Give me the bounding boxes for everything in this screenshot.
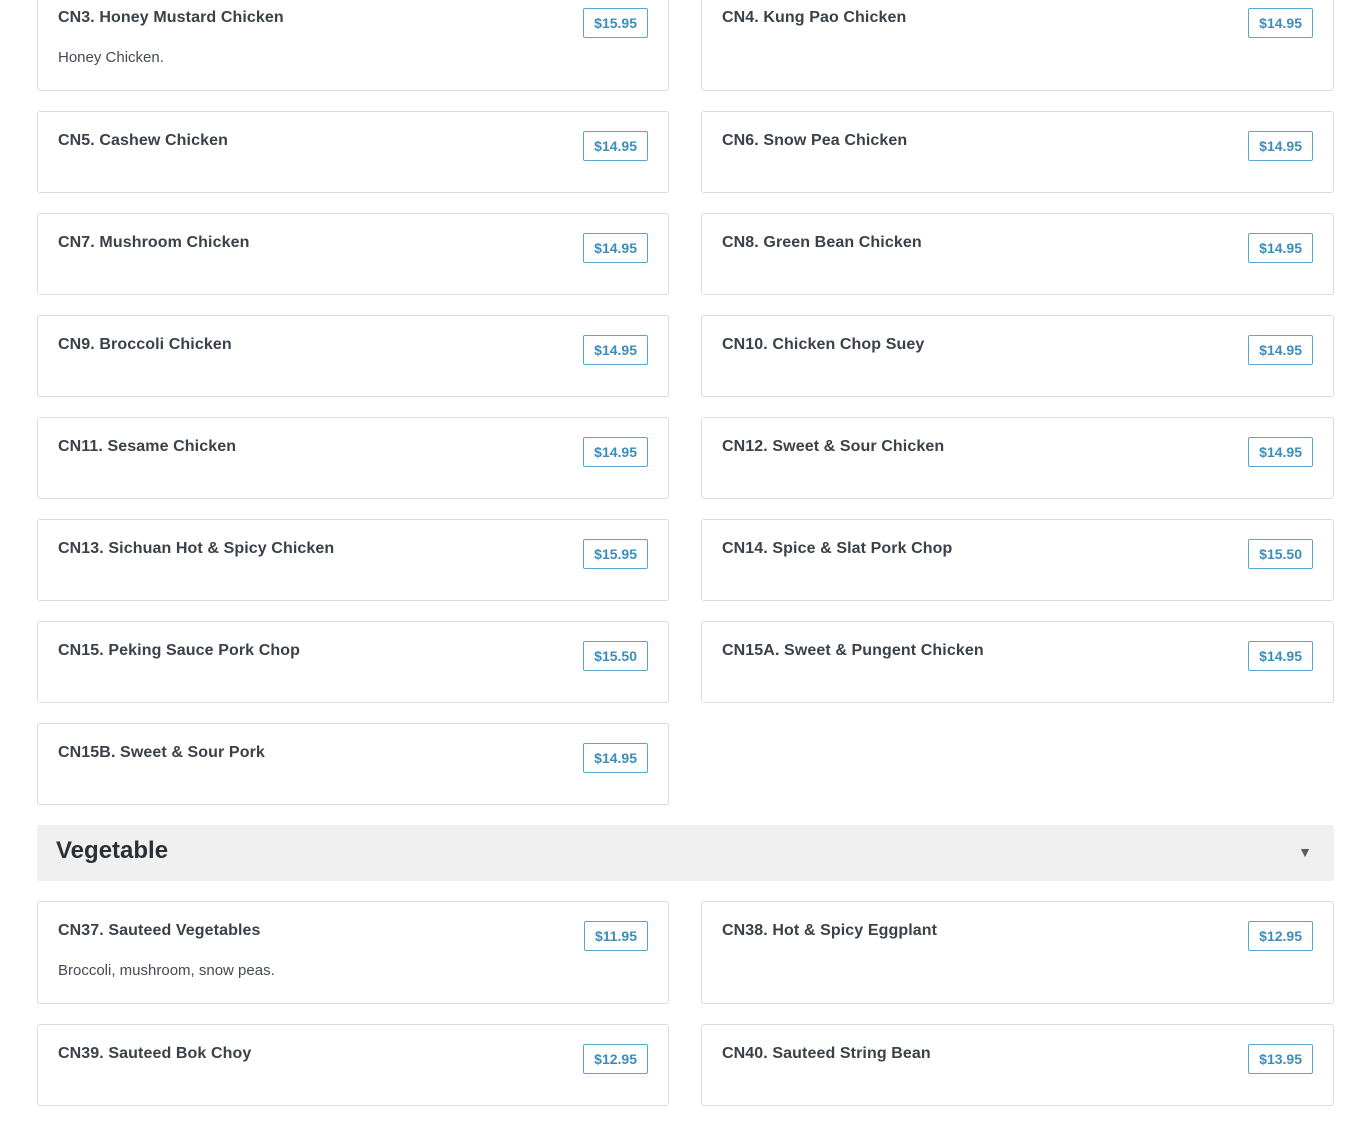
- menu-item-card[interactable]: CN7. Mushroom Chicken $14.95: [37, 213, 669, 295]
- menu-item-price[interactable]: $14.95: [1248, 437, 1313, 467]
- menu-item-name: CN11. Sesame Chicken: [58, 438, 237, 455]
- menu-item-price[interactable]: $12.95: [583, 1044, 648, 1074]
- menu-item-price[interactable]: $14.95: [1248, 233, 1313, 263]
- menu-item-name: CN15B. Sweet & Sour Pork: [58, 744, 265, 761]
- section-title: Vegetable: [56, 837, 169, 864]
- menu-item-price[interactable]: $14.95: [1248, 641, 1313, 671]
- menu-item-card[interactable]: CN38. Hot & Spicy Eggplant $12.95: [701, 901, 1334, 1004]
- menu-item-price[interactable]: $15.50: [1248, 539, 1313, 569]
- menu-item-price[interactable]: $14.95: [1248, 8, 1313, 38]
- menu-item-name: CN12. Sweet & Sour Chicken: [722, 438, 945, 455]
- menu-item-card[interactable]: CN6. Snow Pea Chicken $14.95: [701, 111, 1334, 193]
- menu-item-card[interactable]: CN39. Sauteed Bok Choy $12.95: [37, 1024, 669, 1106]
- menu-item-price[interactable]: $14.95: [583, 131, 648, 161]
- menu-item-name: CN10. Chicken Chop Suey: [722, 336, 925, 353]
- menu-item-name: CN14. Spice & Slat Pork Chop: [722, 540, 953, 557]
- menu-item-card[interactable]: CN15A. Sweet & Pungent Chicken $14.95: [701, 621, 1334, 703]
- menu-item-price[interactable]: $15.50: [583, 641, 648, 671]
- menu-item-card[interactable]: CN11. Sesame Chicken $14.95: [37, 417, 669, 499]
- menu-item-card[interactable]: CN37. Sauteed Vegetables Broccoli, mushr…: [37, 901, 669, 1004]
- menu-item-name: CN8. Green Bean Chicken: [722, 234, 922, 251]
- menu-item-description: Broccoli, mushroom, snow peas.: [58, 962, 275, 979]
- menu-item-name: CN13. Sichuan Hot & Spicy Chicken: [58, 540, 335, 557]
- menu-item-name: CN4. Kung Pao Chicken: [722, 9, 907, 26]
- vegetable-section-header[interactable]: Vegetable ▼: [37, 825, 1334, 881]
- menu-item-name: CN15A. Sweet & Pungent Chicken: [722, 642, 984, 659]
- menu-item-card[interactable]: CN15. Peking Sauce Pork Chop $15.50: [37, 621, 669, 703]
- menu-item-name: CN40. Sauteed String Bean: [722, 1045, 931, 1062]
- vegetable-menu-grid: CN37. Sauteed Vegetables Broccoli, mushr…: [37, 901, 1334, 1106]
- menu-item-card[interactable]: CN13. Sichuan Hot & Spicy Chicken $15.95: [37, 519, 669, 601]
- menu-item-card[interactable]: CN5. Cashew Chicken $14.95: [37, 111, 669, 193]
- menu-item-name: CN39. Sauteed Bok Choy: [58, 1045, 252, 1062]
- menu-item-card[interactable]: CN9. Broccoli Chicken $14.95: [37, 315, 669, 397]
- menu-item-price[interactable]: $13.95: [1248, 1044, 1313, 1074]
- menu-item-price[interactable]: $14.95: [583, 233, 648, 263]
- menu-item-description: Honey Chicken.: [58, 49, 164, 66]
- menu-item-name: CN9. Broccoli Chicken: [58, 336, 232, 353]
- menu-item-card[interactable]: CN15B. Sweet & Sour Pork $14.95: [37, 723, 669, 805]
- chevron-down-icon[interactable]: ▼: [1298, 844, 1312, 860]
- menu-item-price[interactable]: $14.95: [1248, 335, 1313, 365]
- menu-item-name: CN37. Sauteed Vegetables: [58, 922, 261, 939]
- menu-item-card[interactable]: CN40. Sauteed String Bean $13.95: [701, 1024, 1334, 1106]
- menu-item-price[interactable]: $14.95: [583, 437, 648, 467]
- menu-item-name: CN6. Snow Pea Chicken: [722, 132, 908, 149]
- menu-item-card[interactable]: CN4. Kung Pao Chicken $14.95: [701, 0, 1334, 91]
- menu-item-price[interactable]: $14.95: [583, 335, 648, 365]
- menu-item-name: CN15. Peking Sauce Pork Chop: [58, 642, 300, 659]
- menu-item-card[interactable]: CN10. Chicken Chop Suey $14.95: [701, 315, 1334, 397]
- menu-item-card[interactable]: CN8. Green Bean Chicken $14.95: [701, 213, 1334, 295]
- menu-item-price[interactable]: $15.95: [583, 539, 648, 569]
- chicken-menu-grid: CN3. Honey Mustard Chicken Honey Chicken…: [37, 0, 1334, 805]
- menu-item-price[interactable]: $15.95: [583, 8, 648, 38]
- menu-item-price[interactable]: $11.95: [583, 921, 648, 951]
- menu-item-price[interactable]: $14.95: [583, 743, 648, 773]
- menu-item-name: CN38. Hot & Spicy Eggplant: [722, 922, 938, 939]
- menu-item-card[interactable]: CN3. Honey Mustard Chicken Honey Chicken…: [37, 0, 669, 91]
- menu-item-price[interactable]: $14.95: [1248, 131, 1313, 161]
- menu-item-card[interactable]: CN12. Sweet & Sour Chicken $14.95: [701, 417, 1334, 499]
- menu-item-name: CN5. Cashew Chicken: [58, 132, 228, 149]
- menu-item-name: CN7. Mushroom Chicken: [58, 234, 250, 251]
- menu-item-price[interactable]: $12.95: [1248, 921, 1313, 951]
- menu-page: CN3. Honey Mustard Chicken Honey Chicken…: [0, 0, 1370, 1128]
- menu-item-name: CN3. Honey Mustard Chicken: [58, 9, 284, 26]
- menu-item-card[interactable]: CN14. Spice & Slat Pork Chop $15.50: [701, 519, 1334, 601]
